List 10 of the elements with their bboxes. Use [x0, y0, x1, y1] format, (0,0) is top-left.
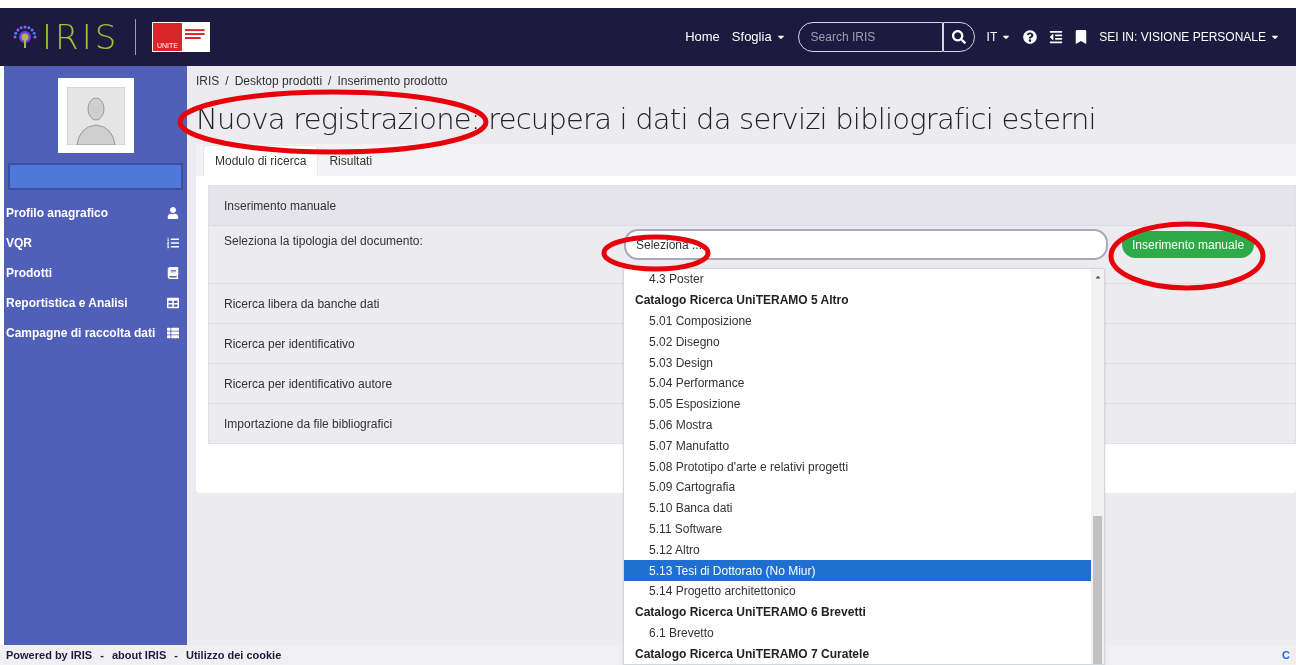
option-group-label: Catalogo Ricerca UniTERAMO 5 Altro	[634, 292, 850, 310]
footer-separator: -	[174, 647, 178, 663]
footer-separator: -	[100, 647, 104, 663]
logo-text: IRIS	[42, 20, 120, 54]
page-title: Nuova registrazione: recupera i dati da servizi bibliografici esterni	[196, 105, 1096, 133]
option-group-label: Catalogo Ricerca UniTERAMO 6 Brevetti	[634, 604, 867, 622]
field-label: Seleziona la tipologia del documento:	[224, 233, 424, 250]
breadcrumb-separator: /	[328, 72, 332, 90]
option-group-label: Catalogo Ricerca UniTERAMO 7 Curatele	[634, 645, 871, 663]
breadcrumb-separator: /	[225, 72, 229, 90]
